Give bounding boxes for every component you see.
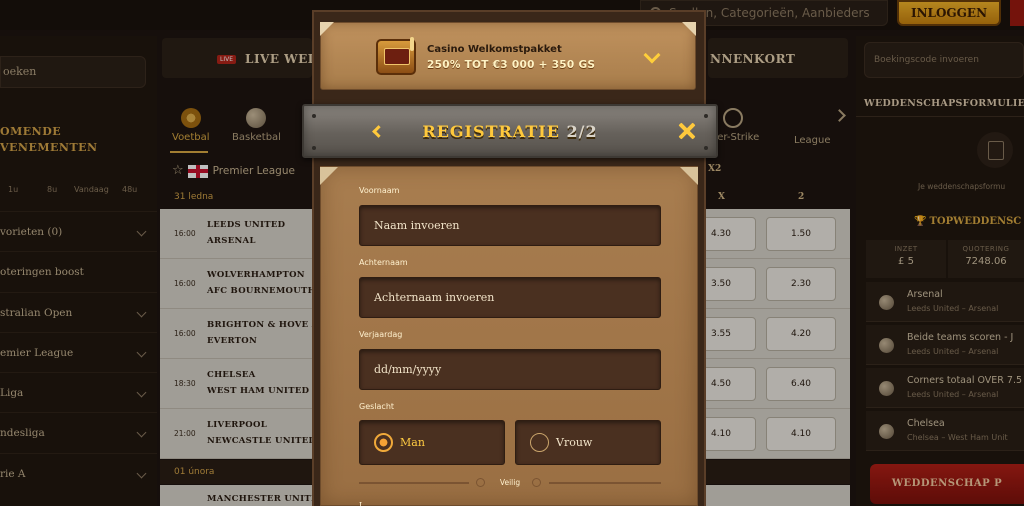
- close-icon[interactable]: [677, 121, 697, 141]
- firstname-label: Voornaam: [359, 186, 400, 195]
- registration-form: Voornaam Naam invoeren Achternaam Achter…: [320, 166, 698, 506]
- bolt: [312, 114, 316, 118]
- divider-dot: [532, 478, 541, 487]
- promo-corner: [682, 22, 696, 36]
- registration-title: REGISTRATIE 2/2: [304, 122, 716, 141]
- birthday-field[interactable]: dd/mm/yyyy: [359, 349, 661, 390]
- slot-machine-icon: [376, 37, 416, 75]
- registration-header: REGISTRATIE 2/2: [302, 104, 718, 158]
- gender-female-label: Vrouw: [556, 436, 593, 449]
- gender-male-radio[interactable]: Man: [359, 420, 505, 465]
- gender-male-label: Man: [400, 436, 425, 449]
- promo-title: Casino Welkomstpakket: [427, 44, 562, 55]
- bolt: [704, 114, 708, 118]
- secure-divider: Veilig: [359, 474, 661, 492]
- birthday-label: Verjaardag: [359, 330, 403, 339]
- chevron-down-icon[interactable]: [643, 46, 661, 64]
- registration-step: 2/2: [566, 122, 598, 141]
- promo-offer: 250% TOT €3 000 + 350 GS: [427, 59, 596, 71]
- promo-corner: [320, 22, 334, 36]
- bolt: [704, 146, 708, 150]
- gender-label: Geslacht: [359, 402, 395, 411]
- radio-selected-icon: [374, 433, 393, 452]
- lastname-field[interactable]: Achternaam invoeren: [359, 277, 661, 318]
- promo-banner[interactable]: Casino Welkomstpakket 250% TOT €3 000 + …: [320, 22, 696, 90]
- next-field-label: L: [359, 501, 365, 506]
- firstname-field[interactable]: Naam invoeren: [359, 205, 661, 246]
- lastname-label: Achternaam: [359, 258, 408, 267]
- radio-empty-icon: [530, 433, 549, 452]
- gender-female-radio[interactable]: Vrouw: [515, 420, 661, 465]
- form-corner: [680, 167, 698, 185]
- divider-line: [549, 482, 661, 484]
- bolt: [312, 146, 316, 150]
- registration-title-text: REGISTRATIE: [422, 122, 560, 141]
- form-corner: [320, 167, 338, 185]
